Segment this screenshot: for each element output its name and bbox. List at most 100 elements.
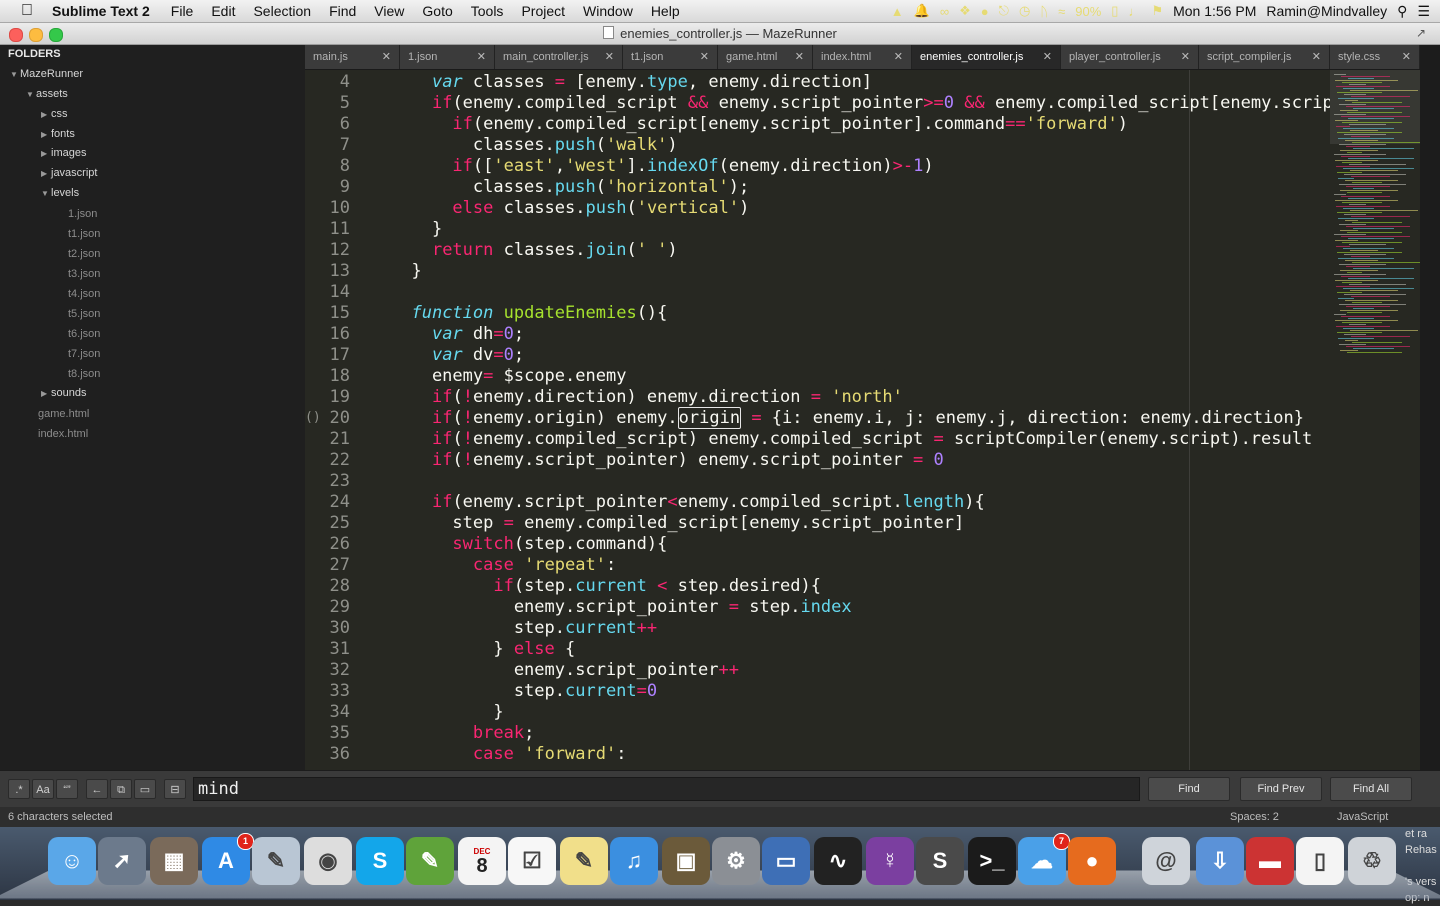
itunes-icon[interactable]: ♫ xyxy=(610,837,658,885)
tab-1-json[interactable]: 1.json ✕ xyxy=(400,45,495,69)
folder-assets[interactable]: ▼ assets xyxy=(26,85,68,103)
code-line[interactable]: step = enemy.compiled_script[enemy.scrip… xyxy=(391,513,964,533)
bluetooth-icon[interactable]: ᚢ xyxy=(1040,4,1048,19)
skype-icon[interactable]: S xyxy=(356,837,404,885)
code-line[interactable]: if(!enemy.script_pointer) enemy.script_p… xyxy=(391,450,944,470)
tab-player-controller-js[interactable]: player_controller.js ✕ xyxy=(1061,45,1199,69)
evernote-icon[interactable]: ✎ xyxy=(406,837,454,885)
binoculars-icon[interactable]: ⎋ xyxy=(999,3,1009,19)
menubar-clock[interactable]: Mon 1:56 PM xyxy=(1173,3,1256,19)
photo-browser-icon[interactable]: ▦ xyxy=(150,837,198,885)
find-input[interactable]: mind xyxy=(193,777,1140,801)
drive-icon[interactable]: ● xyxy=(981,4,989,19)
code-line[interactable]: var dv=0; xyxy=(391,345,524,365)
reminders-icon[interactable]: ☑ xyxy=(508,837,556,885)
menu-edit[interactable]: Edit xyxy=(211,3,235,19)
trash-icon[interactable]: ♲ xyxy=(1348,837,1396,885)
dropbox-icon[interactable]: ❖ xyxy=(959,3,971,19)
downloads-icon[interactable]: ⇩ xyxy=(1196,837,1244,885)
code-line[interactable]: enemy.script_pointer++ xyxy=(391,660,739,680)
notification-bell-icon[interactable]: 🔔 xyxy=(914,3,930,19)
finder-icon[interactable]: ☺ xyxy=(48,837,96,885)
code-line[interactable]: break; xyxy=(391,723,534,743)
folder-sounds[interactable]: ▶ sounds xyxy=(41,384,86,402)
chrome-icon[interactable]: ◉ xyxy=(304,837,352,885)
close-tab-icon[interactable]: ✕ xyxy=(1043,45,1052,69)
mail-icon[interactable]: @ xyxy=(1142,837,1190,885)
folder-levels[interactable]: ▼ levels xyxy=(41,184,79,202)
close-tab-icon[interactable]: ✕ xyxy=(382,45,391,69)
code-line[interactable]: if(!enemy.compiled_script) enemy.compile… xyxy=(391,429,1312,449)
code-line[interactable]: if(enemy.compiled_script && enemy.script… xyxy=(391,93,1353,113)
file-t2-json[interactable]: t2.json xyxy=(68,245,100,263)
menu-help[interactable]: Help xyxy=(651,3,680,19)
tab-game-html[interactable]: game.html ✕ xyxy=(718,45,813,69)
file-game-html[interactable]: game.html xyxy=(38,405,89,423)
close-tab-icon[interactable]: ✕ xyxy=(1181,45,1190,69)
menu-find[interactable]: Find xyxy=(329,3,356,19)
folder-javascript[interactable]: ▶ javascript xyxy=(41,164,97,182)
tab-main-js[interactable]: main.js ✕ xyxy=(305,45,400,69)
code-line[interactable]: case 'forward': xyxy=(391,744,627,764)
regex-toggle[interactable]: .* xyxy=(8,779,30,799)
tab-main-controller-js[interactable]: main_controller.js ✕ xyxy=(495,45,623,69)
close-tab-icon[interactable]: ✕ xyxy=(1402,45,1411,69)
volume-icon[interactable]: ♩ xyxy=(1128,4,1141,19)
case-sensitive-toggle[interactable]: Aa xyxy=(32,779,54,799)
code-line[interactable]: classes.push('walk') xyxy=(391,135,678,155)
close-tab-icon[interactable]: ✕ xyxy=(477,45,486,69)
code-line[interactable]: classes.push('horizontal'); xyxy=(391,177,749,197)
in-selection-toggle[interactable]: ▭ xyxy=(134,779,156,799)
system-preferences-icon[interactable]: ⚙ xyxy=(712,837,760,885)
battery-icon[interactable]: ▯ xyxy=(1111,3,1118,19)
preview-icon[interactable]: ✎ xyxy=(252,837,300,885)
github-icon[interactable]: ☿ xyxy=(866,837,914,885)
code-line[interactable]: enemy= $scope.enemy xyxy=(391,366,627,386)
stickies-icon[interactable]: ✎ xyxy=(560,837,608,885)
code-line[interactable]: if(!enemy.direction) enemy.direction = '… xyxy=(391,387,903,407)
code-line[interactable]: else classes.push('vertical') xyxy=(391,198,749,218)
indentation-status[interactable]: Spaces: 2 xyxy=(1230,811,1279,823)
folder-mazerunner[interactable]: ▼ MazeRunner xyxy=(10,65,83,83)
code-line[interactable]: step.current=0 xyxy=(391,681,657,701)
fullscreen-icon[interactable]: ↗ xyxy=(1416,26,1426,40)
close-tab-icon[interactable]: ✕ xyxy=(605,45,614,69)
wrap-toggle[interactable]: ⧉ xyxy=(110,779,132,799)
menubar-user[interactable]: Ramin@Mindvalley xyxy=(1266,3,1387,19)
file-t8-json[interactable]: t8.json xyxy=(68,365,100,383)
keynote-icon[interactable]: ▭ xyxy=(762,837,810,885)
code-line[interactable]: if(enemy.compiled_script[enemy.script_po… xyxy=(391,114,1128,134)
file-1-json[interactable]: 1.json xyxy=(68,205,97,223)
iphoto-icon[interactable]: ▣ xyxy=(662,837,710,885)
code-line[interactable]: } else { xyxy=(391,639,575,659)
code-line[interactable]: if(!enemy.origin) enemy.origin = {i: ene… xyxy=(391,407,1304,429)
menu-tools[interactable]: Tools xyxy=(471,3,504,19)
tab-script-compiler-js[interactable]: script_compiler.js ✕ xyxy=(1199,45,1330,69)
file-icon[interactable]: ▯ xyxy=(1296,837,1344,885)
file-t4-json[interactable]: t4.json xyxy=(68,285,100,303)
activity-monitor-icon[interactable]: ∿ xyxy=(814,837,862,885)
code-line[interactable]: } xyxy=(391,219,442,239)
folder-images[interactable]: ▶ images xyxy=(41,144,86,162)
code-line[interactable]: case 'repeat': xyxy=(391,555,616,575)
terminal-icon[interactable]: >_ xyxy=(968,837,1016,885)
tab-index-html[interactable]: index.html ✕ xyxy=(813,45,912,69)
sublime-icon[interactable]: S xyxy=(916,837,964,885)
input-flag-icon[interactable]: ⚑ xyxy=(1151,3,1163,19)
app-store-icon[interactable]: A1 xyxy=(202,833,254,885)
syntax-status[interactable]: JavaScript xyxy=(1337,811,1388,823)
menu-selection[interactable]: Selection xyxy=(253,3,311,19)
close-tab-icon[interactable]: ✕ xyxy=(1312,45,1321,69)
tab-t1-json[interactable]: t1.json ✕ xyxy=(623,45,718,69)
file-t6-json[interactable]: t6.json xyxy=(68,325,100,343)
code-line[interactable]: } xyxy=(391,702,503,722)
file-t3-json[interactable]: t3.json xyxy=(68,265,100,283)
document-icon[interactable]: ▬ xyxy=(1246,837,1294,885)
code-line[interactable]: step.current++ xyxy=(391,618,657,638)
whole-word-toggle[interactable]: “” xyxy=(56,779,78,799)
editor-scrollbar[interactable] xyxy=(1420,45,1440,770)
file-t5-json[interactable]: t5.json xyxy=(68,305,100,323)
code-line[interactable]: return classes.join(' ') xyxy=(391,240,678,260)
wifi-icon[interactable]: ≈ xyxy=(1058,4,1065,19)
code-line[interactable]: if(enemy.script_pointer<enemy.compiled_s… xyxy=(391,492,985,512)
